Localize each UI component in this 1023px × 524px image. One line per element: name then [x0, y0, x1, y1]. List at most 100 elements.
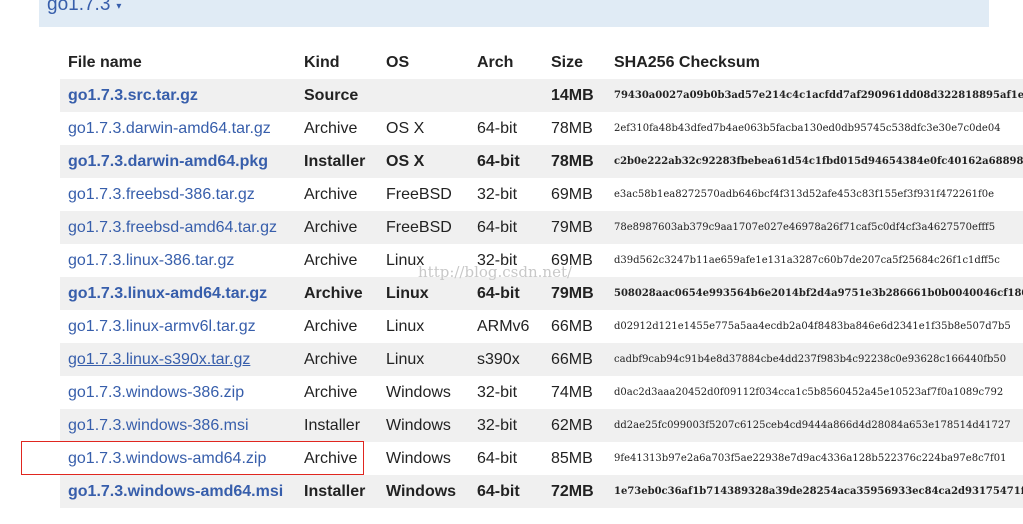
- sha-cell: d0ac2d3aaa20452d0f09112f034cca1c5b856045…: [606, 376, 1023, 409]
- sha-cell: dd2ae25fc099003f5207c6125ceb4cd9444a866d…: [606, 409, 1023, 442]
- download-link[interactable]: go1.7.3.windows-amd64.zip: [68, 450, 266, 467]
- kind-cell: Installer: [296, 145, 378, 178]
- download-link[interactable]: go1.7.3.linux-s390x.tar.gz: [68, 351, 250, 368]
- kind-cell: Archive: [296, 211, 378, 244]
- downloads-table: File name Kind OS Arch Size SHA256 Check…: [60, 46, 1023, 508]
- arch-cell: 32-bit: [469, 244, 543, 277]
- file-cell: go1.7.3.darwin-amd64.pkg: [60, 145, 296, 178]
- table-row: go1.7.3.linux-amd64.tar.gz Archive Linux 64…: [60, 277, 1023, 310]
- download-link[interactable]: go1.7.3.freebsd-386.tar.gz: [68, 186, 255, 203]
- kind-cell: Archive: [296, 376, 378, 409]
- file-cell: go1.7.3.linux-s390x.tar.gz: [60, 343, 296, 376]
- table-row: go1.7.3.src.tar.gz Source 14MB 79430a0027a0…: [60, 79, 1023, 112]
- file-cell: go1.7.3.darwin-amd64.tar.gz: [60, 112, 296, 145]
- kind-cell: Archive: [296, 112, 378, 145]
- download-link[interactable]: go1.7.3.windows-amd64.msi: [68, 483, 283, 500]
- size-cell: 85MB: [543, 442, 606, 475]
- size-cell: 69MB: [543, 178, 606, 211]
- size-cell: 74MB: [543, 376, 606, 409]
- sha-cell: d39d562c3247b11ae659afe1e131a3287c60b7de…: [606, 244, 1023, 277]
- os-cell: OS X: [378, 145, 469, 178]
- table-row: go1.7.3.freebsd-386.tar.gz Archive FreeBSD…: [60, 178, 1023, 211]
- sha-cell: 9fe41313b97e2a6a703f5ae22938e7d9ac4336a1…: [606, 442, 1023, 475]
- arch-cell: 32-bit: [469, 409, 543, 442]
- table-row: go1.7.3.darwin-amd64.pkg Installer OS X 64-…: [60, 145, 1023, 178]
- file-cell: go1.7.3.windows-amd64.msi: [60, 475, 296, 508]
- col-header-arch: Arch: [469, 46, 543, 79]
- kind-cell: Archive: [296, 277, 378, 310]
- arch-cell: 64-bit: [469, 442, 543, 475]
- kind-cell: Archive: [296, 343, 378, 376]
- download-link[interactable]: go1.7.3.linux-armv6l.tar.gz: [68, 318, 256, 335]
- file-cell: go1.7.3.freebsd-386.tar.gz: [60, 178, 296, 211]
- arch-cell: 64-bit: [469, 145, 543, 178]
- col-header-file-name: File name: [60, 46, 296, 79]
- download-link[interactable]: go1.7.3.darwin-amd64.pkg: [68, 153, 268, 170]
- table-header-row: File name Kind OS Arch Size SHA256 Check…: [60, 46, 1023, 79]
- kind-cell: Archive: [296, 310, 378, 343]
- sha-cell: 79430a0027a09b0b3ad57e214c4c1acfdd7af290…: [606, 79, 1023, 112]
- download-link[interactable]: go1.7.3.windows-386.zip: [68, 384, 244, 401]
- os-cell: FreeBSD: [378, 178, 469, 211]
- sha-cell: 2ef310fa48b43dfed7b4ae063b5facba130ed0db…: [606, 112, 1023, 145]
- arch-cell: s390x: [469, 343, 543, 376]
- arch-cell: 64-bit: [469, 112, 543, 145]
- file-cell: go1.7.3.freebsd-amd64.tar.gz: [60, 211, 296, 244]
- kind-cell: Installer: [296, 475, 378, 508]
- table-row: go1.7.3.linux-386.tar.gz Archive Linux 32-b…: [60, 244, 1023, 277]
- size-cell: 72MB: [543, 475, 606, 508]
- size-cell: 66MB: [543, 343, 606, 376]
- sha-cell: c2b0e222ab32c92283fbebea61d54c1fbd015d94…: [606, 145, 1023, 178]
- os-cell: [378, 79, 469, 112]
- arch-cell: 64-bit: [469, 211, 543, 244]
- os-cell: Linux: [378, 277, 469, 310]
- table-row: go1.7.3.windows-amd64.zip Archive Windows 6…: [60, 442, 1023, 475]
- version-bar: go1.7.3 ▾: [39, 0, 989, 27]
- os-cell: FreeBSD: [378, 211, 469, 244]
- sha-cell: d02912d121e1455e775a5aa4ecdb2a04f8483ba8…: [606, 310, 1023, 343]
- version-toggle[interactable]: go1.7.3 ▾: [47, 0, 121, 16]
- os-cell: OS X: [378, 112, 469, 145]
- kind-cell: Archive: [296, 178, 378, 211]
- table-row: go1.7.3.linux-s390x.tar.gz Archive Linux s3…: [60, 343, 1023, 376]
- size-cell: 78MB: [543, 145, 606, 178]
- download-link[interactable]: go1.7.3.linux-386.tar.gz: [68, 252, 234, 269]
- col-header-size: Size: [543, 46, 606, 79]
- sha-cell: 78e8987603ab379c9aa1707e027e46978a26f71c…: [606, 211, 1023, 244]
- sha-cell: e3ac58b1ea8272570adb646bcf4f313d52afe453…: [606, 178, 1023, 211]
- download-link[interactable]: go1.7.3.src.tar.gz: [68, 87, 198, 104]
- kind-cell: Archive: [296, 442, 378, 475]
- file-cell: go1.7.3.src.tar.gz: [60, 79, 296, 112]
- os-cell: Windows: [378, 409, 469, 442]
- os-cell: Linux: [378, 310, 469, 343]
- size-cell: 78MB: [543, 112, 606, 145]
- file-cell: go1.7.3.linux-386.tar.gz: [60, 244, 296, 277]
- size-cell: 62MB: [543, 409, 606, 442]
- arch-cell: 64-bit: [469, 277, 543, 310]
- size-cell: 66MB: [543, 310, 606, 343]
- file-cell: go1.7.3.linux-amd64.tar.gz: [60, 277, 296, 310]
- table-row: go1.7.3.windows-386.msi Installer Windows 3…: [60, 409, 1023, 442]
- table-row: go1.7.3.windows-amd64.msi Installer Window…: [60, 475, 1023, 508]
- table-row: go1.7.3.freebsd-amd64.tar.gz Archive FreeB…: [60, 211, 1023, 244]
- table-row: go1.7.3.darwin-amd64.tar.gz Archive OS X 64…: [60, 112, 1023, 145]
- download-link[interactable]: go1.7.3.linux-amd64.tar.gz: [68, 285, 267, 302]
- sha-cell: cadbf9cab94c91b4e8d37884cbe4dd237f983b4c…: [606, 343, 1023, 376]
- file-cell: go1.7.3.windows-386.zip: [60, 376, 296, 409]
- version-label: go1.7.3: [47, 0, 111, 15]
- arch-cell: [469, 79, 543, 112]
- download-link[interactable]: go1.7.3.freebsd-amd64.tar.gz: [68, 219, 277, 236]
- kind-cell: Archive: [296, 244, 378, 277]
- file-cell: go1.7.3.windows-386.msi: [60, 409, 296, 442]
- col-header-os: OS: [378, 46, 469, 79]
- file-cell: go1.7.3.windows-amd64.zip: [60, 442, 296, 475]
- col-header-sha256: SHA256 Checksum: [606, 46, 1023, 79]
- download-link[interactable]: go1.7.3.windows-386.msi: [68, 417, 249, 434]
- os-cell: Linux: [378, 244, 469, 277]
- arch-cell: 32-bit: [469, 376, 543, 409]
- download-link[interactable]: go1.7.3.darwin-amd64.tar.gz: [68, 120, 271, 137]
- os-cell: Linux: [378, 343, 469, 376]
- table-row: go1.7.3.linux-armv6l.tar.gz Archive Linux A…: [60, 310, 1023, 343]
- arch-cell: ARMv6: [469, 310, 543, 343]
- table-row: go1.7.3.windows-386.zip Archive Windows 32-…: [60, 376, 1023, 409]
